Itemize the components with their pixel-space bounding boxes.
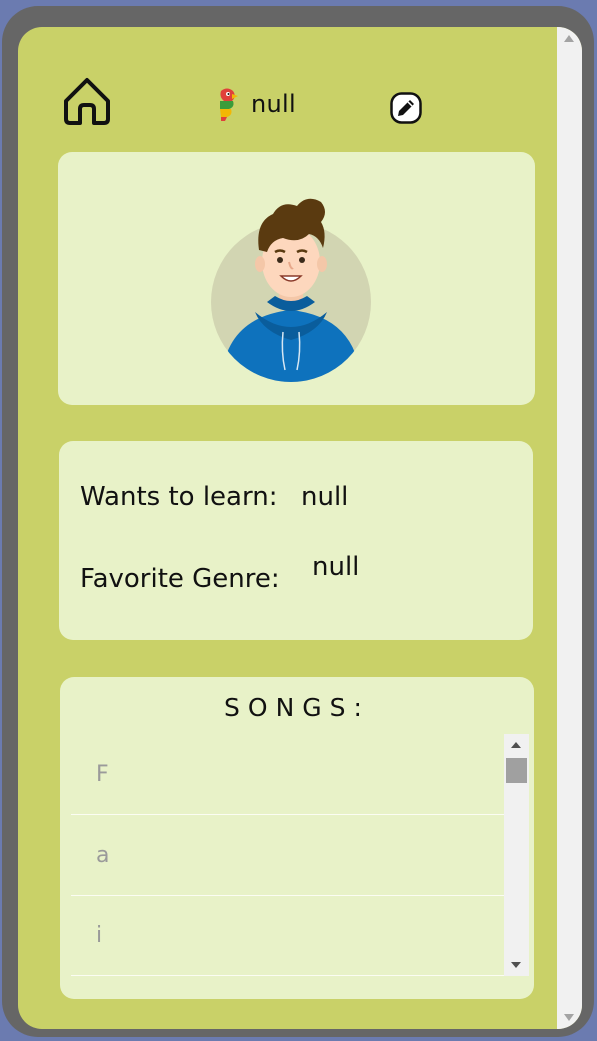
user-avatar (211, 192, 377, 382)
top-bar: null (18, 75, 557, 129)
scroll-down-arrow-icon[interactable] (511, 962, 521, 968)
user-chip: null (215, 87, 296, 121)
home-icon (64, 78, 110, 125)
app-screen: null Wants to learn: null Favorite Genre… (18, 27, 582, 1029)
page-scrollbar[interactable] (557, 27, 582, 1029)
home-button[interactable] (60, 75, 114, 127)
wants-to-learn-label: Wants to learn: (80, 482, 278, 512)
username-label: null (251, 90, 296, 118)
avatar-card (58, 152, 535, 405)
songs-card: SONGS: F a i (60, 677, 534, 999)
page-scroll-down-arrow-icon[interactable] (564, 1014, 574, 1021)
song-list-item[interactable]: i (71, 895, 504, 976)
favorite-genre-value: null (312, 552, 360, 582)
song-list-scrollbar[interactable] (504, 734, 529, 976)
profile-info-card: Wants to learn: null Favorite Genre: nul… (59, 441, 533, 640)
parrot-logo-icon (220, 88, 238, 121)
wants-to-learn-value: null (301, 482, 349, 512)
edit-profile-button[interactable] (390, 92, 422, 124)
song-title: F (96, 762, 109, 787)
song-title: a (96, 843, 110, 868)
song-list-item[interactable]: F (71, 734, 504, 815)
songs-title: SONGS: (224, 693, 370, 722)
favorite-genre-label: Favorite Genre: (80, 564, 280, 594)
scroll-up-arrow-icon[interactable] (511, 742, 521, 748)
song-title: i (96, 923, 103, 948)
edit-pencil-icon (390, 92, 422, 124)
device-frame: null Wants to learn: null Favorite Genre… (2, 6, 594, 1037)
scrollbar-thumb[interactable] (506, 758, 527, 783)
song-list-item[interactable]: a (71, 815, 504, 896)
song-list[interactable]: F a i (71, 734, 529, 976)
page-scroll-up-arrow-icon[interactable] (564, 35, 574, 42)
